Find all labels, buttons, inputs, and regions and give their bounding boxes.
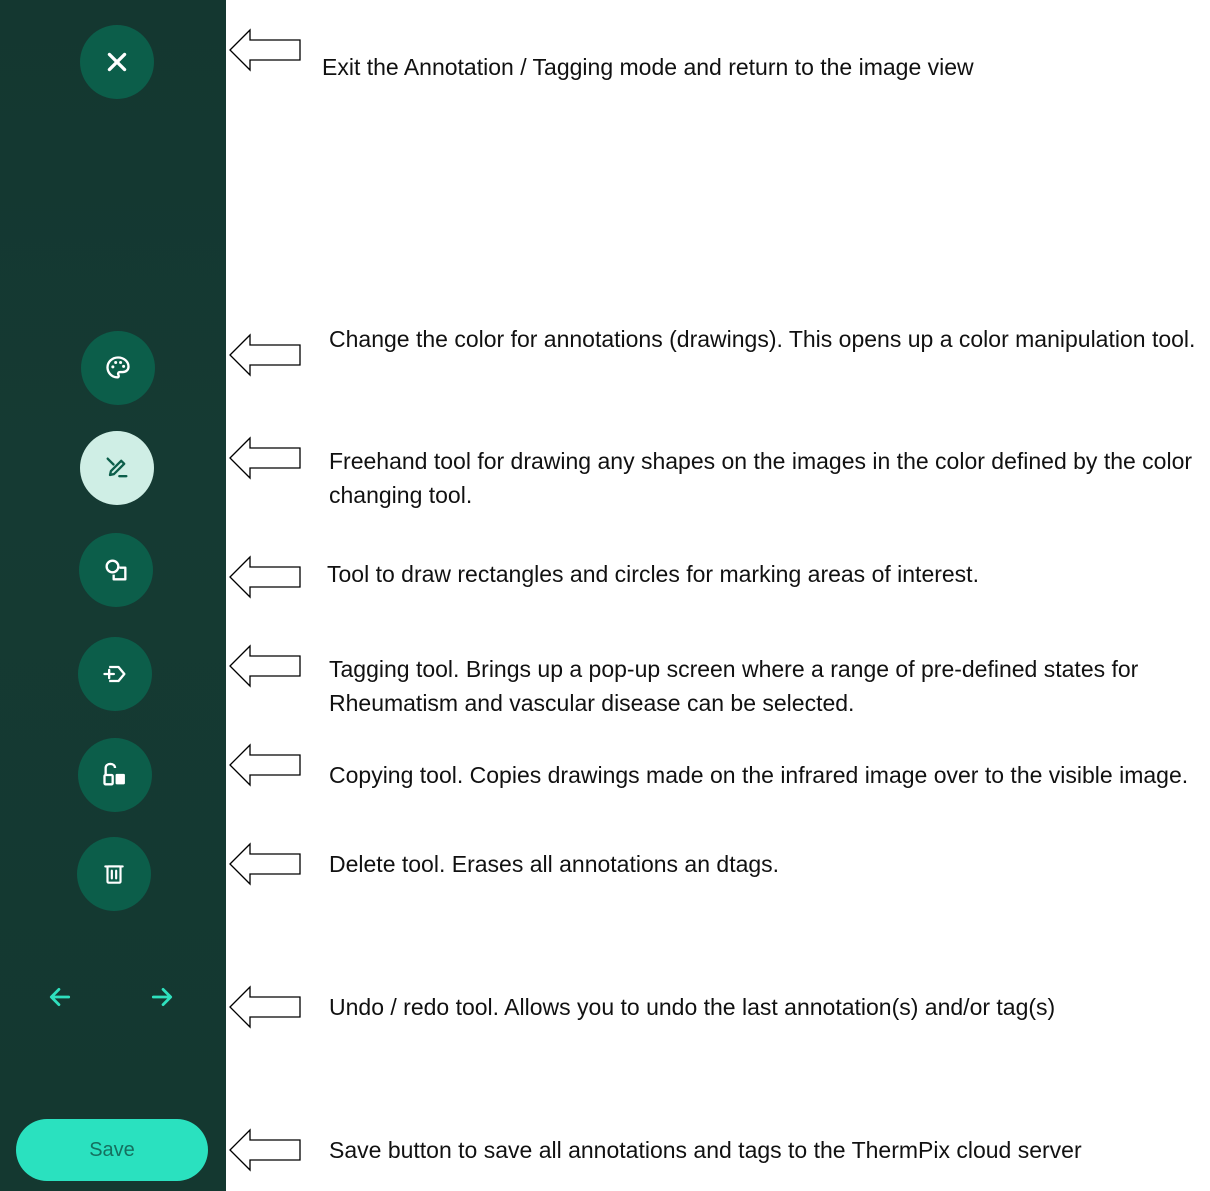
callout-text: Freehand tool for drawing any shapes on …: [329, 448, 1193, 508]
palette-icon: [104, 354, 132, 382]
callout-text: Save button to save all annotations and …: [329, 1137, 1082, 1163]
color-button[interactable]: [81, 331, 155, 405]
trash-icon: [101, 861, 127, 887]
copy-icon: [101, 761, 129, 789]
arrow-right-icon: [149, 984, 175, 1015]
exit-button[interactable]: [80, 25, 154, 99]
callout-text: Tagging tool. Brings up a pop-up screen …: [329, 656, 1139, 716]
left-arrow-icon: [228, 555, 302, 604]
left-arrow-icon: [228, 743, 302, 792]
callout-text: Undo / redo tool. Allows you to undo the…: [329, 994, 1056, 1020]
left-arrow-icon: [228, 1128, 302, 1177]
callout-text: Copying tool. Copies drawings made on th…: [329, 762, 1189, 788]
save-button[interactable]: Save: [16, 1119, 208, 1181]
arrow-left-icon: [47, 984, 73, 1015]
tag-icon: [101, 660, 129, 688]
delete-button[interactable]: [77, 837, 151, 911]
close-icon: [104, 49, 130, 75]
callout-text: Change the color for annotations (drawin…: [329, 326, 1196, 352]
left-arrow-icon: [228, 842, 302, 891]
redo-button[interactable]: [140, 977, 184, 1021]
undo-button[interactable]: [38, 977, 82, 1021]
pencil-icon: [103, 454, 131, 482]
annotation-toolbar: Save: [0, 0, 226, 1191]
freehand-button[interactable]: [80, 431, 154, 505]
callout-text: Delete tool. Erases all annotations an d…: [329, 851, 780, 877]
callout-save: Save button to save all annotations and …: [0, 0, 1210, 1172]
callout-text: Exit the Annotation / Tagging mode and r…: [322, 54, 974, 80]
shapes-button[interactable]: [79, 533, 153, 607]
copy-button[interactable]: [78, 738, 152, 812]
left-arrow-icon: [228, 333, 302, 382]
shapes-icon: [102, 556, 130, 584]
left-arrow-icon: [228, 644, 302, 693]
left-arrow-icon: [228, 28, 302, 77]
left-arrow-icon: [228, 985, 302, 1034]
callout-text: Tool to draw rectangles and circles for …: [327, 561, 979, 587]
left-arrow-icon: [228, 436, 302, 485]
tag-button[interactable]: [78, 637, 152, 711]
